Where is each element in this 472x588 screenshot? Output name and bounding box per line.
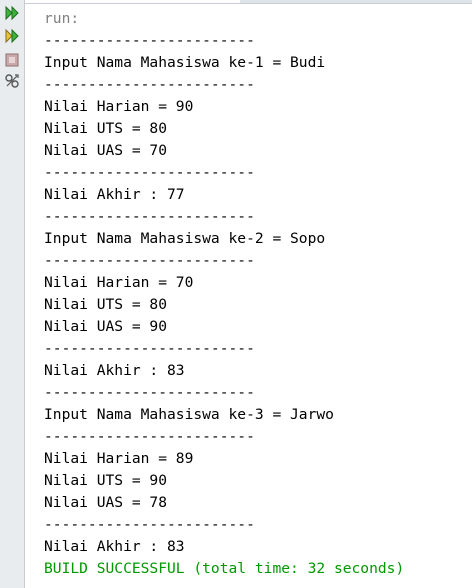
output-line: ------------------------ [44, 428, 255, 445]
output-line: ------------------------ [44, 340, 255, 357]
output-line: ------------------------ [44, 252, 255, 269]
output-settings-button[interactable] [3, 72, 21, 90]
output-line: Nilai UAS = 90 [44, 318, 168, 335]
output-line: Nilai Akhir : 83 [44, 362, 185, 379]
output-line: Nilai UTS = 80 [44, 120, 168, 137]
stop-icon [5, 53, 19, 67]
output-line: Nilai Akhir : 77 [44, 186, 185, 203]
output-line: Nilai Harian = 89 [44, 450, 194, 467]
output-line: ------------------------ [44, 32, 255, 49]
stop-button[interactable] [3, 51, 21, 69]
output-line: ------------------------ [44, 164, 255, 181]
output-line: Nilai UTS = 80 [44, 296, 168, 313]
rerun-icon [4, 5, 20, 21]
build-status-line: BUILD SUCCESSFUL (total time: 32 seconds… [44, 560, 405, 577]
output-line: Nilai Harian = 90 [44, 98, 194, 115]
output-line: Nilai UTS = 90 [44, 472, 168, 489]
output-line: Nilai UAS = 78 [44, 494, 168, 511]
output-line: ------------------------ [44, 76, 255, 93]
output-line: Nilai UAS = 70 [44, 142, 168, 159]
output-line: Input Nama Mahasiswa ke-3 = Jarwo [44, 406, 334, 423]
output-line: ------------------------ [44, 384, 255, 401]
output-line: Nilai Harian = 70 [44, 274, 194, 291]
rerun-with-input-icon [4, 28, 20, 44]
rerun-with-input-button[interactable] [3, 27, 21, 45]
output-line: ------------------------ [44, 208, 255, 225]
output-line: Input Nama Mahasiswa ke-2 = Sopo [44, 230, 326, 247]
tab-edge [240, 0, 472, 3]
output-settings-icon [4, 73, 20, 89]
window-top-edge [0, 0, 472, 4]
output-line: Input Nama Mahasiswa ke-1 = Budi [44, 54, 326, 71]
output-toolbar [0, 0, 25, 588]
console-output[interactable]: run: ------------------------ Input Nama M… [44, 8, 472, 580]
run-label: run: [44, 10, 80, 27]
output-line: ------------------------ [44, 516, 255, 533]
rerun-button[interactable] [3, 4, 21, 22]
output-line: Nilai Akhir : 83 [44, 538, 185, 555]
